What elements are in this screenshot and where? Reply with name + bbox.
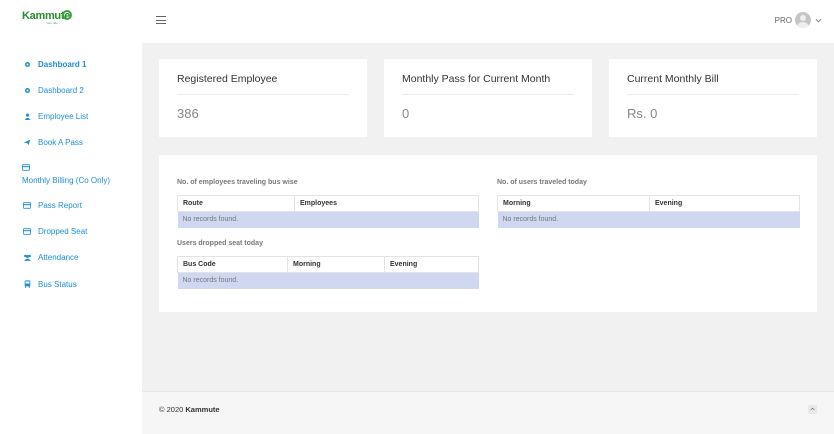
sidebar-item-dropped-seat[interactable]: Dropped Seat <box>22 226 87 236</box>
sidebar-item-bus-status[interactable]: Bus Status <box>22 279 77 289</box>
dropped-seat-table: Bus Code Morning Evening No records foun… <box>177 256 479 289</box>
stat-card-current-monthly-bill: Current Monthly Bill Rs. 0 <box>609 59 817 137</box>
travelled-today-title: No. of users traveled today <box>497 179 587 186</box>
user-icon <box>22 111 32 121</box>
stat-card-monthly-pass: Monthly Pass for Current Month 0 <box>384 59 592 137</box>
card-value: Rs. 0 <box>627 106 658 121</box>
sidebar-item-label: Bus Status <box>38 279 77 289</box>
card-title: Current Monthly Bill <box>627 73 719 85</box>
gear-icon <box>22 85 32 95</box>
column-header: Morning <box>287 256 385 273</box>
company-name: Kammute <box>185 405 220 414</box>
sidebar-item-label: Employee List <box>38 111 89 121</box>
credit-card-icon <box>22 164 110 173</box>
card-divider <box>402 94 574 95</box>
sidebar-item-attendance[interactable]: Attendance <box>22 252 78 262</box>
brand-logo[interactable]: Kammute Your ride <box>22 10 72 26</box>
column-header: Route <box>177 195 295 212</box>
plane-icon <box>22 137 32 147</box>
chevron-down-icon <box>815 16 822 25</box>
card-title: Registered Employee <box>177 73 278 85</box>
page-footer: © 2020 Kammute <box>142 391 834 434</box>
credit-card-icon <box>22 226 32 236</box>
sidebar-item-label: Book A Pass <box>38 137 83 147</box>
card-divider <box>627 94 799 95</box>
table-header-row: Route Employees <box>177 195 479 212</box>
sidebar-item-label: Pass Report <box>38 200 83 210</box>
sidebar-item-label: Dashboard 2 <box>38 85 84 95</box>
travelled-today-table: Morning Evening No records found. <box>497 195 800 228</box>
sidebar-item-pass-report[interactable]: Pass Report <box>22 200 82 210</box>
hamburger-menu-icon[interactable] <box>156 16 166 25</box>
sidebar-item-label: Dropped Seat <box>38 226 88 236</box>
table-header-row: Bus Code Morning Evening <box>177 256 479 273</box>
sidebar-item-dashboard-1[interactable]: Dashboard 1 <box>22 59 86 69</box>
gear-icon <box>22 59 32 69</box>
main-content: Registered Employee 386 Monthly Pass for… <box>142 43 834 391</box>
empty-row-message: No records found. <box>497 211 800 228</box>
sidebar-item-employee-list[interactable]: Employee List <box>22 111 88 121</box>
empty-row-message: No records found. <box>177 211 479 228</box>
table-row: No records found. <box>177 272 479 289</box>
sidebar-item-dashboard-2[interactable]: Dashboard 2 <box>22 85 84 95</box>
sidebar-item-monthly-billing[interactable]: Monthly Billing (Co Only) <box>22 164 110 185</box>
sidebar-item-label: Attendance <box>38 252 79 262</box>
card-divider <box>177 94 349 95</box>
logo-ring-icon <box>62 10 72 20</box>
table-row: No records found. <box>177 211 479 228</box>
copyright-prefix: © 2020 <box>159 405 184 414</box>
user-menu[interactable]: PRO <box>775 12 822 28</box>
bus-wise-table: Route Employees No records found. <box>177 195 479 228</box>
empty-row-message: No records found. <box>177 272 479 289</box>
card-value: 386 <box>177 106 199 121</box>
bus-wise-title: No. of employees traveling bus wise <box>177 179 298 186</box>
stat-card-registered-employee: Registered Employee 386 <box>159 59 367 137</box>
column-header: Employees <box>294 195 479 212</box>
user-label: PRO <box>774 15 792 25</box>
column-header: Evening <box>384 256 479 273</box>
users-icon <box>22 252 32 262</box>
table-header-row: Morning Evening <box>497 195 800 212</box>
sidebar-item-book-a-pass[interactable]: Book A Pass <box>22 137 83 147</box>
sidebar-item-label: Monthly Billing (Co Only) <box>22 176 111 185</box>
column-header: Bus Code <box>177 256 288 273</box>
card-title: Monthly Pass for Current Month <box>402 73 551 85</box>
sidebar-item-label: Dashboard 1 <box>38 59 87 69</box>
reports-panel: No. of employees traveling bus wise Rout… <box>159 155 817 312</box>
logo-tagline: Your ride <box>46 21 58 25</box>
copyright-text: © 2020 Kammute <box>159 405 220 414</box>
scroll-to-top-button[interactable] <box>808 405 817 414</box>
column-header: Morning <box>497 195 650 212</box>
sidebar: Kammute Your ride Dashboard 1 Dashboard … <box>0 0 142 434</box>
bus-icon <box>22 279 32 289</box>
top-header: PRO <box>142 0 834 43</box>
avatar <box>795 12 811 28</box>
credit-card-icon <box>22 200 32 210</box>
card-value: 0 <box>402 106 410 121</box>
column-header: Evening <box>649 195 800 212</box>
dropped-seat-title: Users dropped seat today <box>177 240 263 247</box>
table-row: No records found. <box>497 211 800 228</box>
chevron-up-icon <box>810 407 815 413</box>
